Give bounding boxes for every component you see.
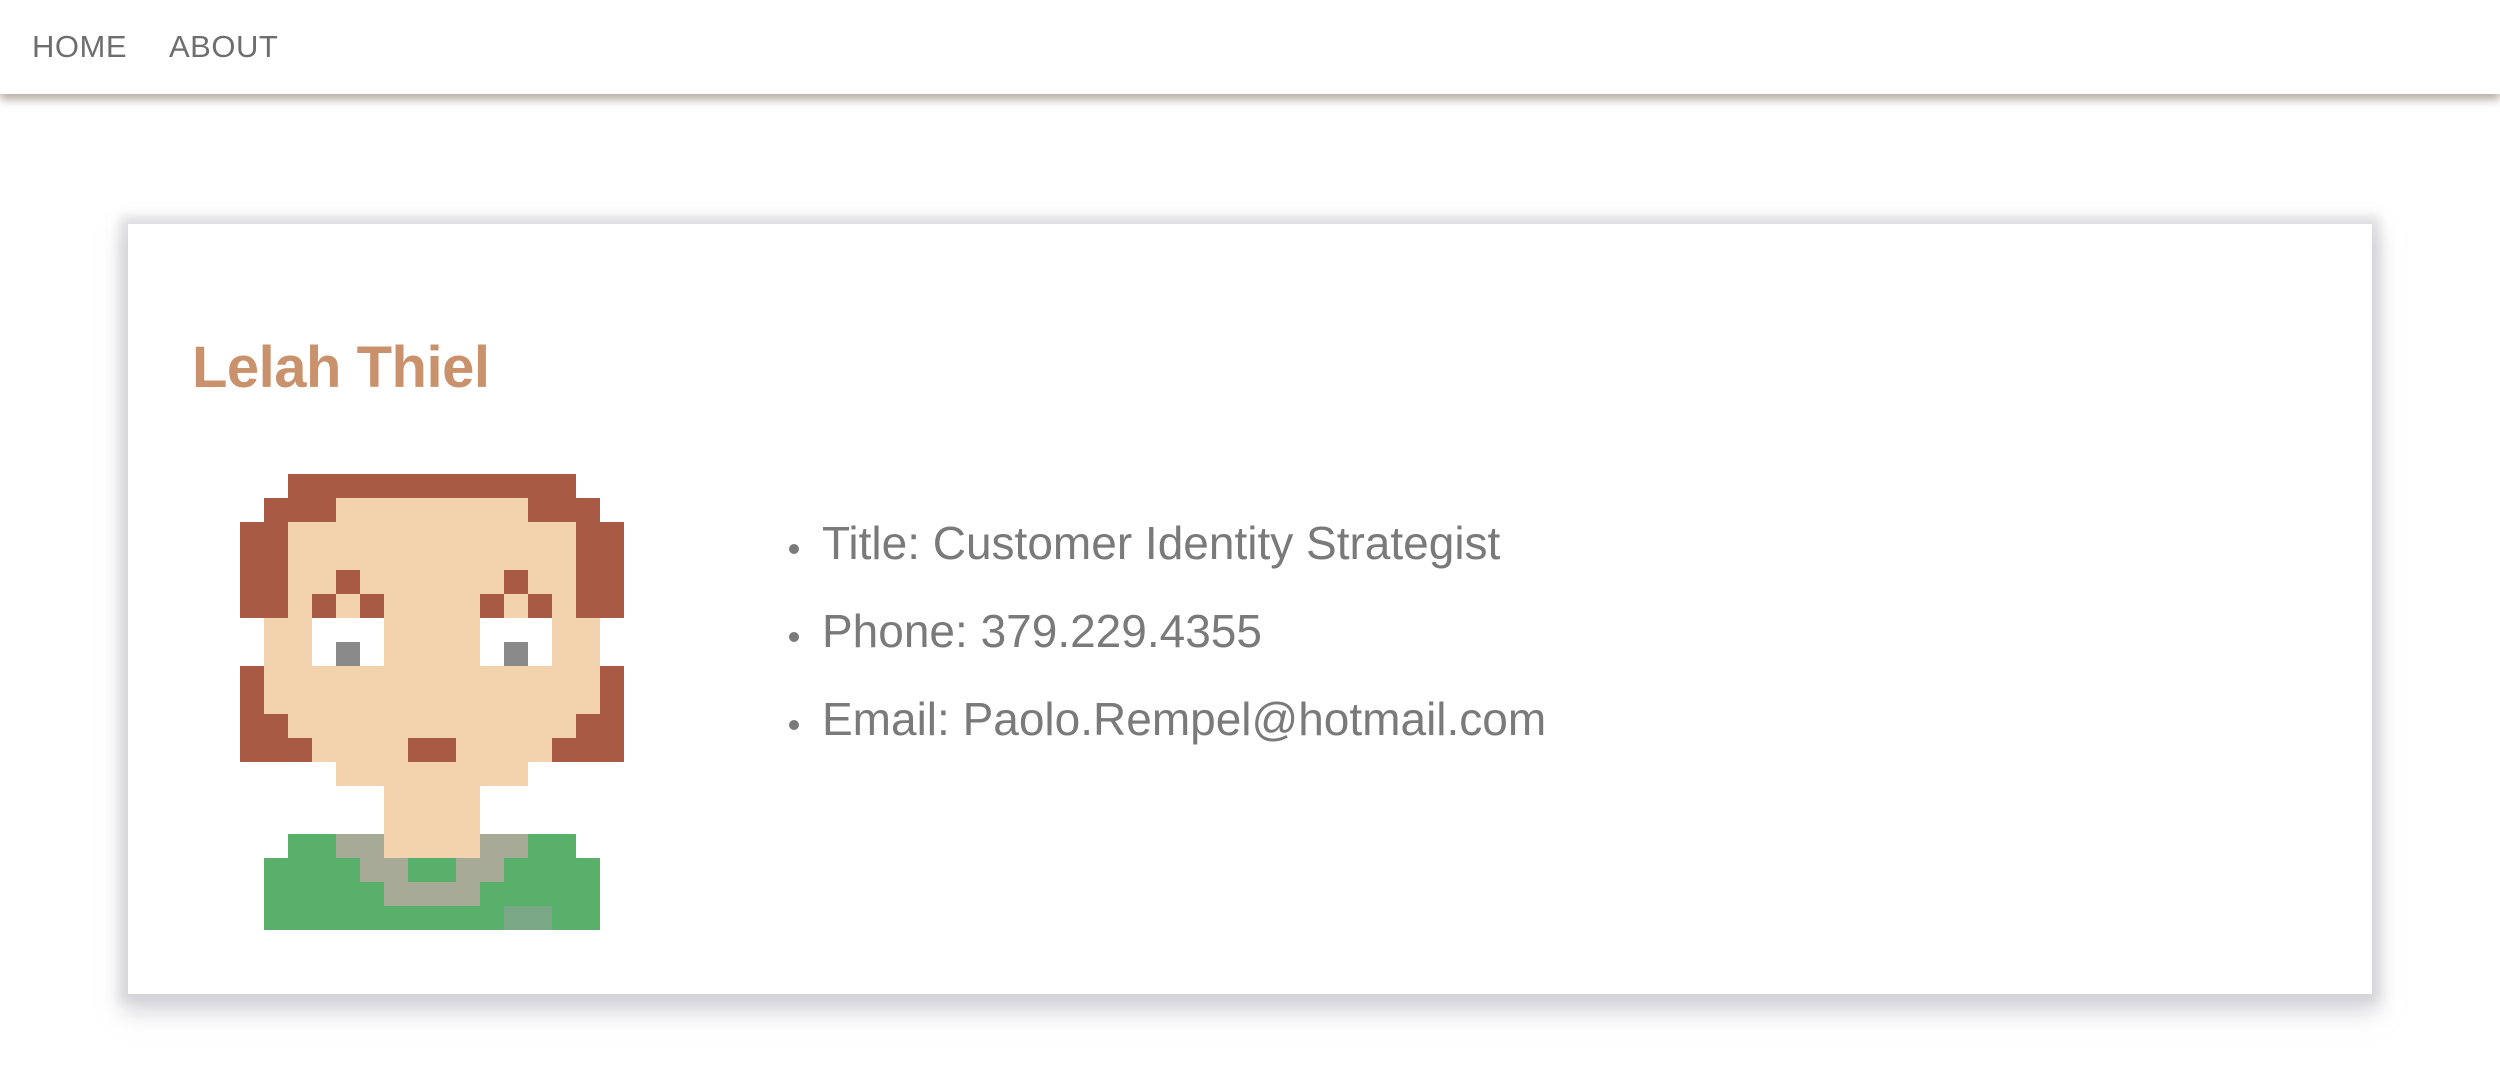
top-navigation-bar: HOME ABOUT [0,0,2500,94]
nav-home-link[interactable]: HOME [32,29,127,65]
pixel-avatar-icon [240,474,624,930]
profile-details-list: Title: Customer Identity Strategist Phon… [768,499,1546,763]
profile-email: Email: Paolo.Rempel@hotmail.com [816,675,1546,763]
profile-card: Lelah Thiel • Title: Customer Identity S… [128,224,2372,994]
profile-name: Lelah Thiel [192,335,490,400]
nav-about-link[interactable]: ABOUT [169,29,278,65]
main-nav: HOME ABOUT [32,0,278,94]
profile-title: Title: Customer Identity Strategist [816,499,1546,587]
profile-phone: Phone: 379.229.4355 [816,587,1546,675]
